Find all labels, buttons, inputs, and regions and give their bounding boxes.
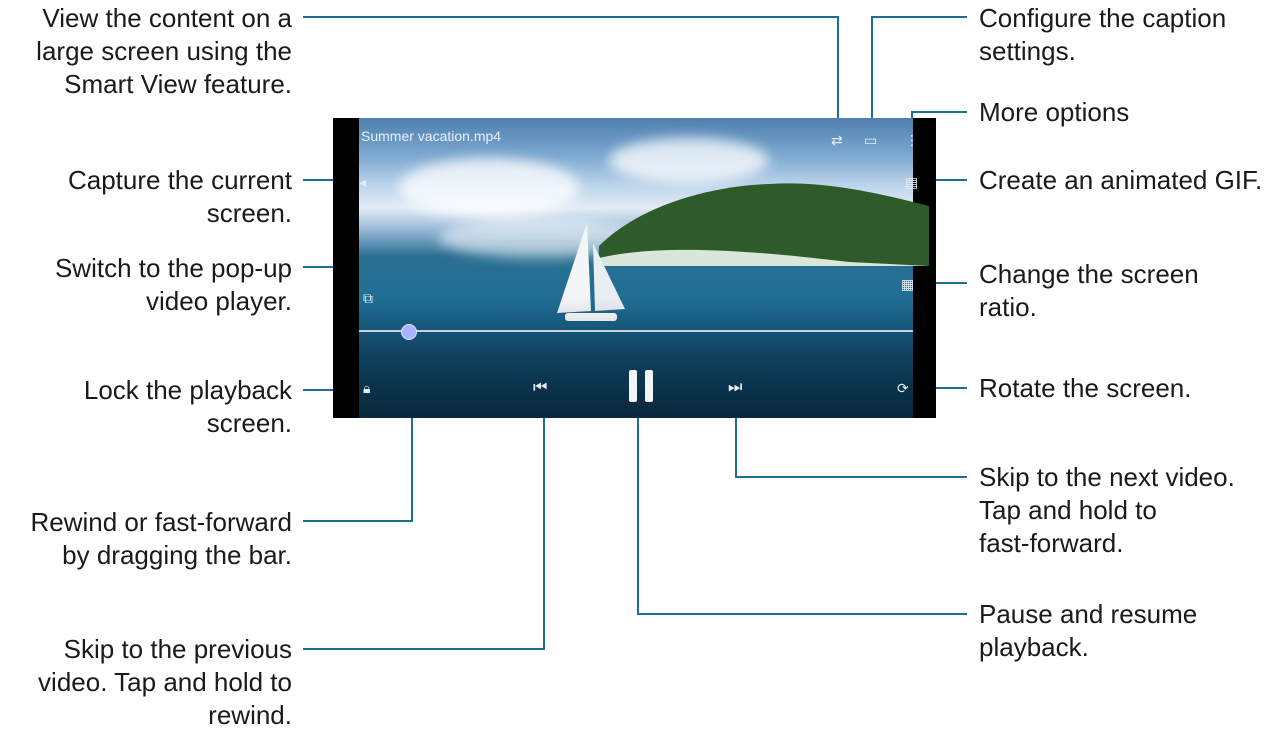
gif-icon[interactable]: ▤ <box>905 174 918 190</box>
callout-seek: Rewind or fast-forward by dragging the b… <box>30 507 292 570</box>
leader-previous <box>303 404 545 650</box>
lock-icon[interactable]: 🔒︎ <box>363 380 370 396</box>
previous-icon[interactable]: ⏮ <box>533 380 547 396</box>
callout-rotate: Rotate the screen. <box>979 373 1192 403</box>
callout-more: More options <box>979 97 1130 127</box>
video-title: Summer vacation.mp4 <box>361 128 502 144</box>
island-image <box>599 183 929 266</box>
rotate-icon[interactable]: ⟳ <box>897 380 909 396</box>
screen-ratio-icon[interactable]: ▦ <box>901 276 914 292</box>
leader-smart-view <box>303 16 839 128</box>
seek-bar-thumb[interactable] <box>400 324 417 340</box>
popup-player-icon[interactable]: ⧉ <box>363 290 373 306</box>
leader-pause <box>637 404 967 615</box>
callout-next: Skip to the next video. Tap and hold to … <box>979 462 1235 558</box>
callout-lock: Lock the playback screen. <box>83 375 292 438</box>
callout-previous: Skip to the previous video. Tap and hold… <box>38 634 292 730</box>
video-player-screen: Summer vacation.mp4 ⇄ ▭ ⋮ ◂ ▤ ⧉ ▦ 🔒︎ ⏮ ⏭… <box>333 118 936 418</box>
more-options-icon[interactable]: ⋮ <box>905 132 919 148</box>
callout-gif: Create an animated GIF. <box>979 165 1263 195</box>
caption-icon[interactable]: ▭ <box>864 132 877 148</box>
cloud <box>399 158 579 218</box>
callout-ratio: Change the screen ratio. <box>979 259 1199 322</box>
callout-caption: Configure the caption settings. <box>979 3 1227 66</box>
pause-icon[interactable] <box>627 370 655 402</box>
callout-popup: Switch to the pop-up video player. <box>54 253 292 316</box>
callout-smart-view: View the content on a large screen using… <box>36 3 292 99</box>
smart-view-icon[interactable]: ⇄ <box>831 132 843 148</box>
capture-icon[interactable]: ◂ <box>359 174 366 190</box>
next-icon[interactable]: ⏭ <box>728 380 742 396</box>
callout-capture: Capture the current screen. <box>67 165 292 228</box>
seek-bar[interactable] <box>359 330 913 332</box>
callout-pause: Pause and resume playback. <box>979 599 1198 662</box>
